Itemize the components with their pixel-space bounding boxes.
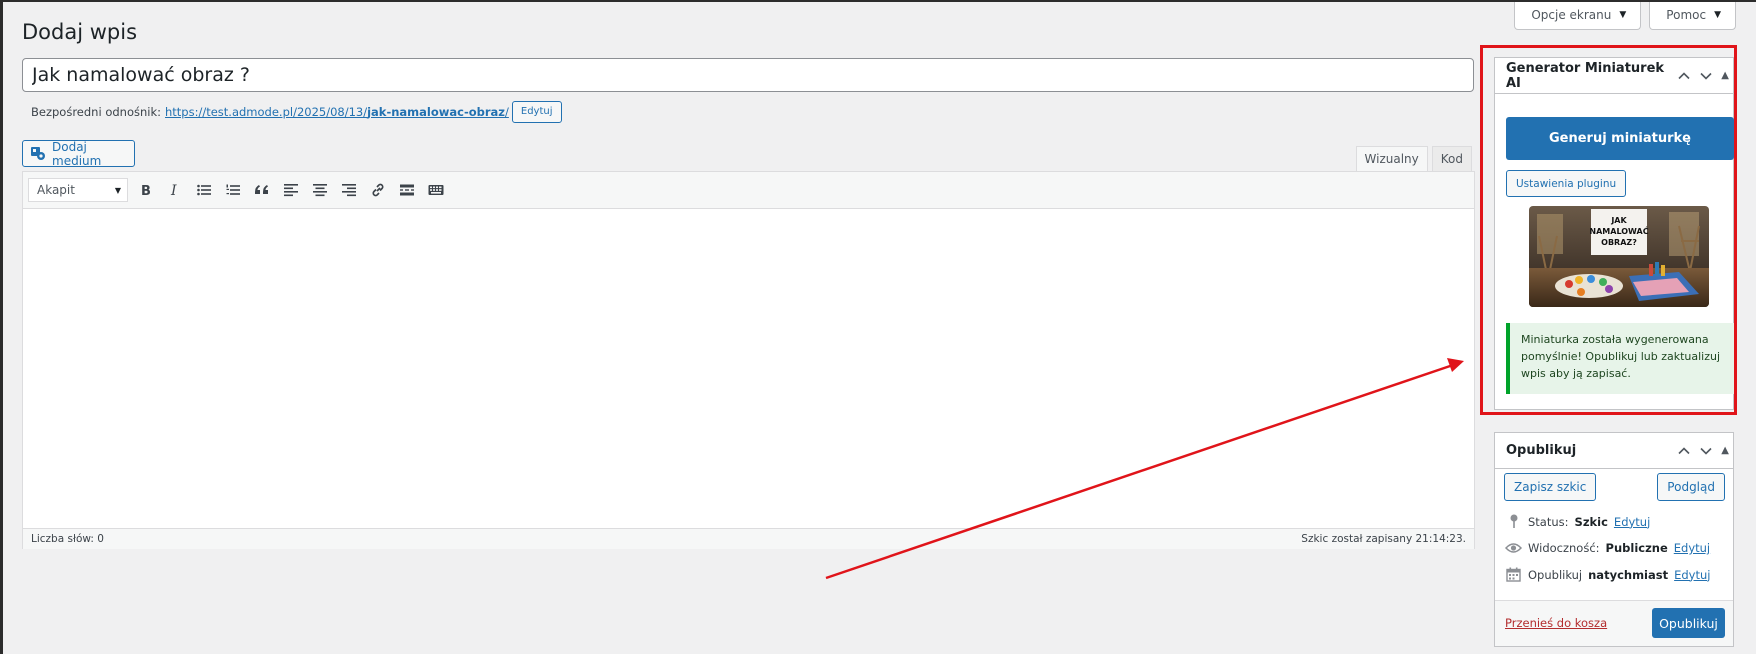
italic-icon[interactable]: I: [163, 179, 186, 202]
pin-icon: [1505, 514, 1522, 529]
post-title-input[interactable]: [22, 58, 1474, 92]
generator-box-title: Generator Miniaturek AI: [1506, 60, 1665, 91]
move-down-icon[interactable]: [1699, 69, 1713, 83]
autosave-status: Szkic został zapisany 21:14:23.: [1301, 533, 1466, 545]
numbered-list-icon[interactable]: [221, 179, 244, 202]
thumbnail-text-line-2: NAMALOWAĆ: [1589, 225, 1648, 236]
calendar-icon: [1505, 567, 1522, 582]
align-center-icon[interactable]: [308, 179, 331, 202]
dropdown-arrow-icon: ▼: [114, 185, 121, 195]
window-left-border: [0, 0, 3, 654]
screen-meta-links: Opcje ekranu ▼ Pomoc ▼: [1514, 2, 1736, 30]
permalink-base: https://test.admode.pl/2025/08/13/: [165, 105, 368, 119]
generate-thumbnail-button[interactable]: Generuj miniaturkę: [1506, 117, 1734, 160]
screen-options-label: Opcje ekranu: [1531, 8, 1612, 22]
move-up-icon[interactable]: [1677, 444, 1691, 458]
link-icon[interactable]: [366, 179, 389, 202]
permalink-bar: Bezpośredni odnośnik: https://test.admod…: [31, 101, 562, 123]
toggle-panel-icon[interactable]: ▲: [1721, 70, 1729, 81]
move-to-trash-link[interactable]: Przenieś do kosza: [1505, 616, 1607, 630]
tab-code[interactable]: Kod: [1431, 146, 1472, 172]
edit-permalink-button[interactable]: Edytuj: [511, 101, 562, 123]
preview-button[interactable]: Podgląd: [1657, 473, 1725, 501]
status-value: Szkic: [1574, 514, 1608, 529]
thumbnail-text-line-3: OBRAZ?: [1601, 238, 1637, 247]
thumbnail-generator-box: Generator Miniaturek AI ▲ Generuj miniat…: [1494, 57, 1734, 410]
media-icon: [31, 146, 46, 161]
blockquote-icon[interactable]: [250, 179, 273, 202]
move-down-icon[interactable]: [1699, 444, 1713, 458]
post-editor: Akapit ▼ B I Liczba słów: 0 Szkic został…: [22, 171, 1475, 549]
screen-options-button[interactable]: Opcje ekranu ▼: [1514, 2, 1642, 30]
format-select[interactable]: Akapit ▼: [28, 178, 128, 202]
success-notice: Miniaturka została wygenerowana pomyślni…: [1506, 323, 1734, 394]
publish-box-header: Opublikuj ▲: [1495, 433, 1733, 469]
edit-visibility-link[interactable]: Edytuj: [1674, 541, 1710, 555]
svg-text:B: B: [141, 184, 151, 198]
page-title: Dodaj wpis: [22, 20, 138, 44]
add-media-label: Dodaj medium: [52, 139, 102, 168]
visibility-label: Widoczność:: [1528, 541, 1600, 555]
publish-actions: Przenieś do kosza Opublikuj: [1495, 600, 1733, 646]
format-select-value: Akapit: [37, 183, 75, 197]
publish-button[interactable]: Opublikuj: [1652, 608, 1725, 638]
editor-content-area[interactable]: [23, 209, 1474, 528]
edit-schedule-link[interactable]: Edytuj: [1674, 568, 1710, 582]
publish-box-title: Opublikuj: [1506, 443, 1577, 458]
editor-mode-tabs: Wizualny Kod: [1355, 146, 1472, 172]
svg-text:I: I: [170, 183, 177, 198]
status-row: Status: Szkic Edytuj: [1505, 514, 1650, 529]
editor-status-bar: Liczba słów: 0 Szkic został zapisany 21:…: [23, 528, 1474, 549]
editor-toolbar: Akapit ▼ B I: [23, 172, 1474, 209]
status-label: Status:: [1528, 514, 1569, 529]
visibility-row: Widoczność: Publiczne Edytuj: [1505, 541, 1710, 555]
align-left-icon[interactable]: [279, 179, 302, 202]
caret-down-icon: ▼: [1619, 10, 1627, 20]
schedule-label: Opublikuj: [1528, 567, 1583, 582]
help-label: Pomoc: [1666, 8, 1707, 22]
permalink-label: Bezpośredni odnośnik:: [31, 105, 161, 119]
read-more-icon[interactable]: [395, 179, 418, 202]
thumbnail-text-line-1: JAK: [1610, 216, 1627, 225]
save-draft-button[interactable]: Zapisz szkic: [1504, 473, 1597, 501]
move-up-icon[interactable]: [1677, 69, 1691, 83]
permalink-link[interactable]: https://test.admode.pl/2025/08/13/jak-na…: [165, 105, 509, 119]
toolbar-toggle-icon[interactable]: [424, 179, 447, 202]
edit-status-link[interactable]: Edytuj: [1614, 515, 1650, 529]
align-right-icon[interactable]: [337, 179, 360, 202]
eye-icon: [1505, 542, 1522, 554]
publish-box: Opublikuj ▲ Zapisz szkic Podgląd Status:…: [1494, 432, 1734, 647]
plugin-settings-button[interactable]: Ustawienia pluginu: [1506, 170, 1627, 197]
help-button[interactable]: Pomoc ▼: [1649, 2, 1736, 30]
visibility-value: Publiczne: [1605, 541, 1668, 555]
caret-down-icon: ▼: [1714, 10, 1721, 20]
permalink-end: /: [505, 105, 509, 119]
toggle-panel-icon[interactable]: ▲: [1721, 445, 1729, 456]
add-media-button[interactable]: Dodaj medium: [22, 139, 135, 168]
schedule-value: natychmiast: [1588, 567, 1669, 582]
bold-icon[interactable]: B: [134, 179, 157, 202]
permalink-slug: jak-namalowac-obraz: [367, 105, 505, 119]
generated-thumbnail-image: JAK NAMALOWAĆ OBRAZ?: [1529, 206, 1709, 307]
schedule-row: Opublikuj natychmiast Edytuj: [1505, 567, 1710, 582]
generator-box-header: Generator Miniaturek AI ▲: [1495, 58, 1733, 94]
bullet-list-icon[interactable]: [192, 179, 215, 202]
word-count: Liczba słów: 0: [31, 533, 104, 545]
tab-visual[interactable]: Wizualny: [1355, 146, 1428, 172]
window-top-border: [0, 0, 1756, 2]
